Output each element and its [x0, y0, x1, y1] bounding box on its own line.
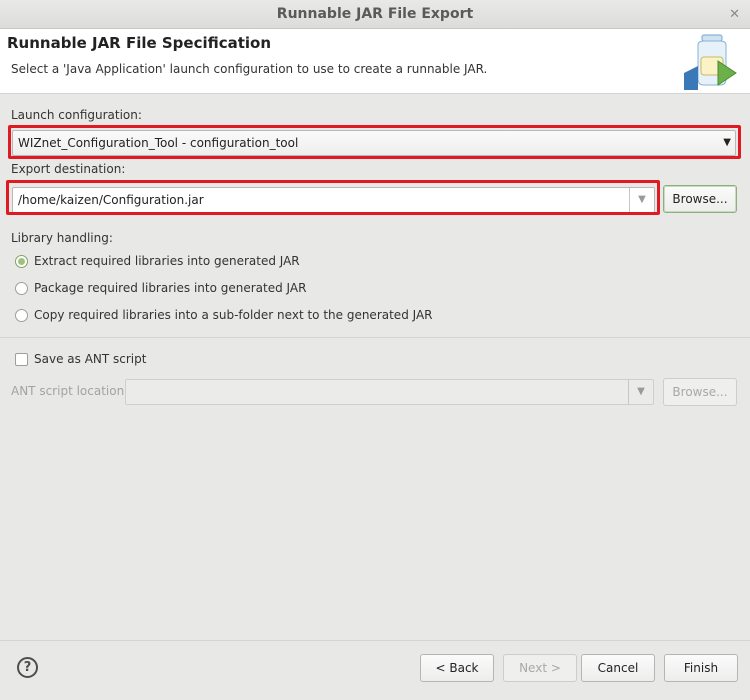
radio-label: Extract required libraries into generate… [34, 254, 300, 268]
chevron-down-icon[interactable]: ▼ [629, 188, 654, 212]
next-button: Next > [503, 654, 577, 682]
radio-label: Package required libraries into generate… [34, 281, 307, 295]
close-icon[interactable]: ✕ [729, 0, 740, 29]
radio-button[interactable] [15, 255, 28, 268]
window-title: Runnable JAR File Export [276, 6, 474, 22]
save-ant-label: Save as ANT script [34, 352, 147, 366]
window-titlebar: Runnable JAR File Export ✕ [0, 0, 750, 29]
footer-divider [0, 640, 750, 641]
finish-button[interactable]: Finish [664, 654, 738, 682]
export-destination-combo[interactable]: /home/kaizen/Configuration.jar ▼ [12, 187, 655, 213]
radio-button[interactable] [15, 282, 28, 295]
radio-label: Copy required libraries into a sub-folde… [34, 308, 433, 322]
browse-button[interactable]: Browse... [663, 185, 737, 213]
launch-config-label: Launch configuration: [11, 108, 142, 122]
launch-config-value: WIZnet_Configuration_Tool - configuratio… [18, 136, 299, 150]
ant-browse-button: Browse... [663, 378, 737, 406]
back-button[interactable]: < Back [420, 654, 494, 682]
help-icon[interactable]: ? [17, 657, 38, 678]
page-description: Select a 'Java Application' launch confi… [11, 62, 488, 76]
jar-export-icon [684, 34, 737, 90]
wizard-header: Runnable JAR File Specification Select a… [0, 29, 750, 94]
chevron-down-icon: ▼ [628, 380, 653, 404]
library-handling-label: Library handling: [11, 231, 113, 245]
export-destination-value: /home/kaizen/Configuration.jar [18, 193, 204, 207]
section-divider [0, 337, 750, 338]
ant-location-combo: ▼ [125, 379, 654, 405]
page-title: Runnable JAR File Specification [7, 34, 272, 52]
export-destination-label: Export destination: [11, 162, 126, 176]
cancel-button[interactable]: Cancel [581, 654, 655, 682]
launch-config-combo[interactable]: WIZnet_Configuration_Tool - configuratio… [12, 130, 736, 156]
save-ant-checkbox[interactable] [15, 353, 28, 366]
radio-button[interactable] [15, 309, 28, 322]
ant-location-label: ANT script location: [11, 384, 129, 398]
chevron-down-icon: ▼ [723, 137, 731, 148]
